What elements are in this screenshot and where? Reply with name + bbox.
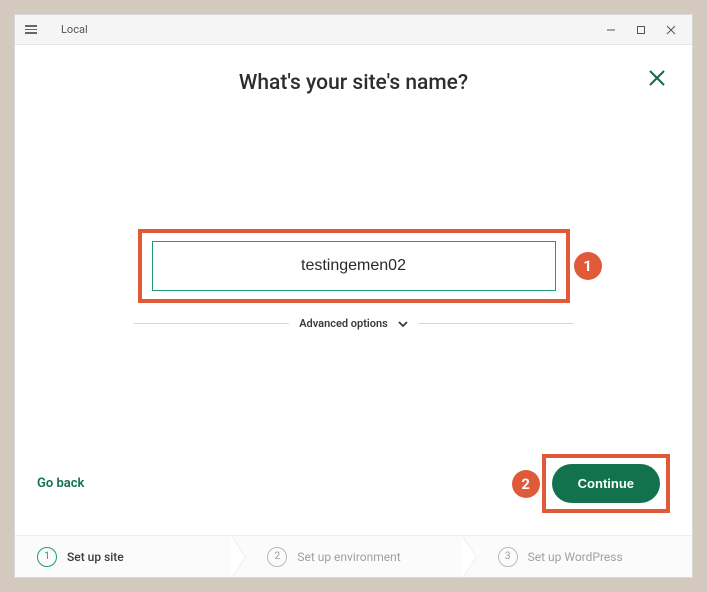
annotation-highlight-2: 2 Continue: [542, 454, 670, 513]
annotation-badge-2: 2: [512, 470, 540, 498]
close-icon[interactable]: [648, 69, 666, 91]
go-back-link[interactable]: Go back: [37, 476, 84, 491]
content-area: What's your site's name? 1 Advanced opti…: [15, 45, 692, 577]
window-controls: [596, 15, 686, 45]
window-close-button[interactable]: [656, 15, 686, 45]
app-window: Local What's your site's name? 1: [14, 14, 693, 578]
app-title: Local: [61, 23, 88, 36]
annotation-highlight-1: 1: [138, 229, 570, 303]
step-setup-site[interactable]: 1 Set up site: [15, 547, 231, 567]
divider-right: [418, 323, 574, 324]
step-separator: [462, 536, 476, 578]
maximize-button[interactable]: [626, 15, 656, 45]
minimize-button[interactable]: [596, 15, 626, 45]
titlebar: Local: [15, 15, 692, 45]
step-separator: [231, 536, 245, 578]
step-setup-wordpress[interactable]: 3 Set up WordPress: [476, 547, 692, 567]
step-number: 1: [37, 547, 57, 567]
step-setup-environment[interactable]: 2 Set up environment: [245, 547, 461, 567]
stepper: 1 Set up site 2 Set up environment 3 Set…: [15, 535, 692, 577]
step-label: Set up site: [67, 550, 124, 564]
site-name-input[interactable]: [152, 241, 556, 291]
form-area: 1 Advanced options: [15, 95, 692, 454]
chevron-down-icon: [398, 319, 408, 329]
hamburger-menu-icon[interactable]: [25, 22, 41, 38]
step-label: Set up environment: [297, 550, 400, 564]
footer-actions: Go back 2 Continue: [15, 454, 692, 535]
continue-button[interactable]: Continue: [552, 464, 660, 503]
step-number: 3: [498, 547, 518, 567]
step-number: 2: [267, 547, 287, 567]
step-label: Set up WordPress: [528, 550, 623, 564]
annotation-badge-1: 1: [574, 252, 602, 280]
page-title: What's your site's name?: [15, 71, 692, 95]
advanced-options-label: Advanced options: [299, 317, 388, 330]
advanced-options-toggle[interactable]: Advanced options: [134, 317, 574, 330]
divider-left: [134, 323, 290, 324]
